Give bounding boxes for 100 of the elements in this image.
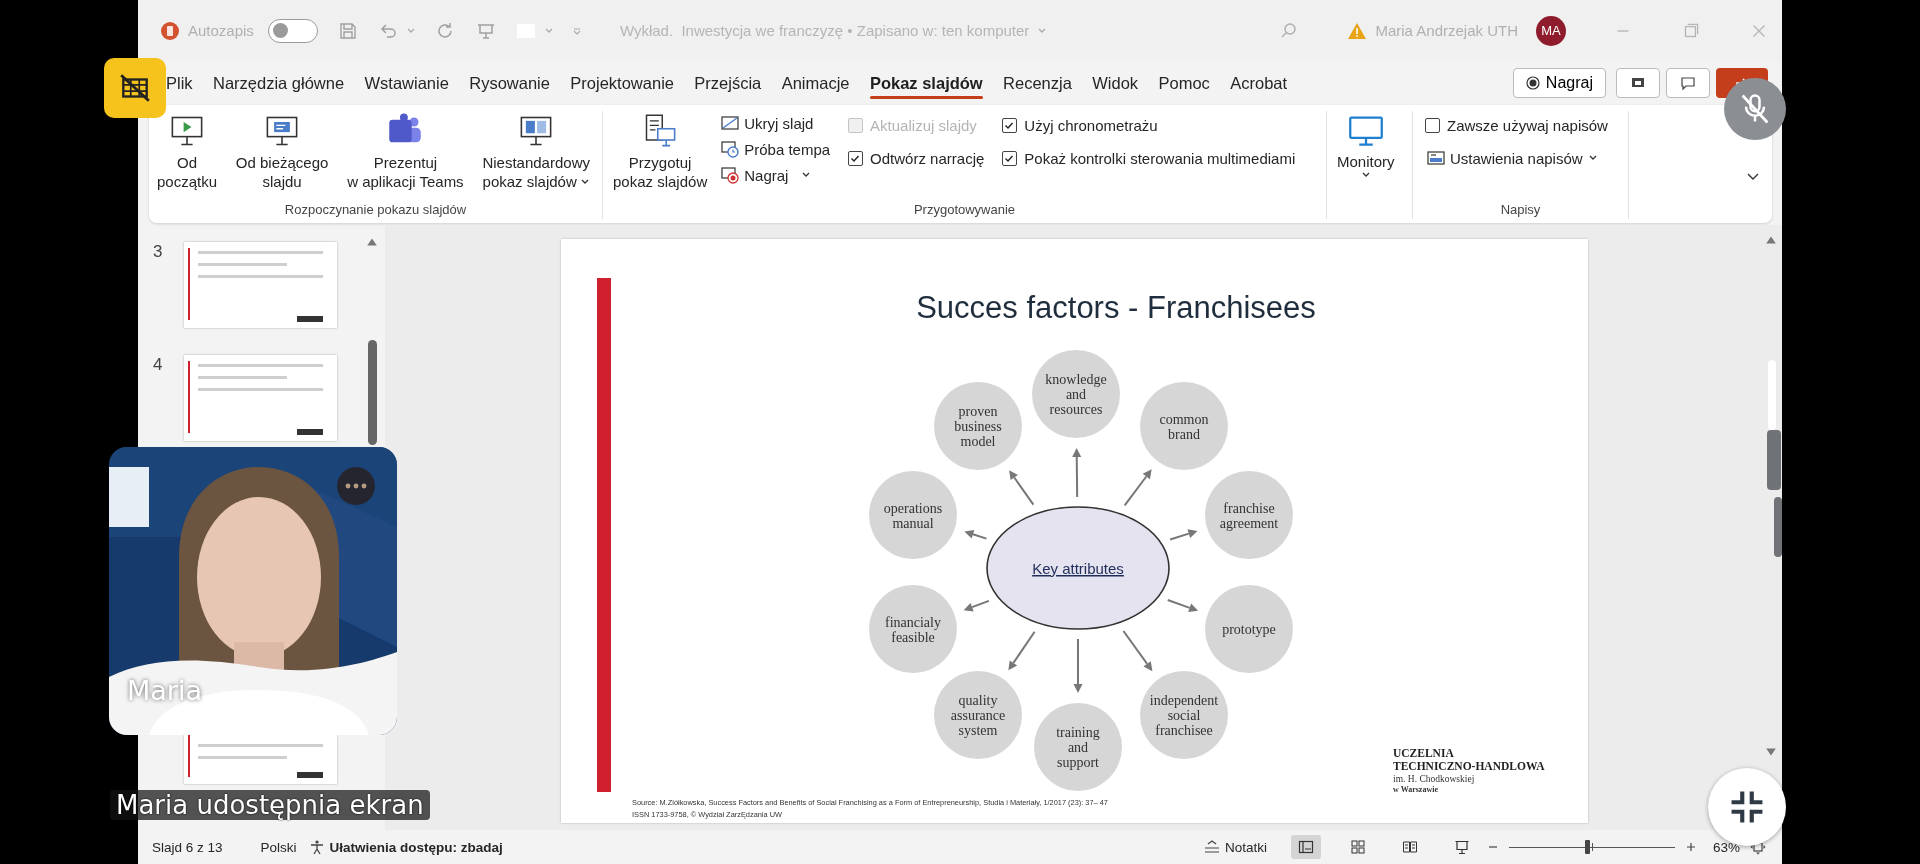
notes-icon xyxy=(1203,839,1220,855)
captions-icon xyxy=(1427,149,1445,167)
scroll-down-icon[interactable] xyxy=(1765,747,1777,757)
ribbon-tab[interactable]: Rysowanie xyxy=(459,63,561,103)
arrow xyxy=(1169,529,1198,541)
slide-number: 3 xyxy=(152,242,164,263)
ribbon-tab[interactable]: Projektowanie xyxy=(560,63,685,103)
ribbon-tab[interactable]: Plik xyxy=(166,63,203,103)
participant-name: Maria xyxy=(127,675,202,706)
group-label: Rozpoczynanie pokazu slajdów xyxy=(283,202,468,219)
arrow xyxy=(1073,638,1083,693)
screen-off-button[interactable] xyxy=(104,58,166,118)
attribute-bubble: operations manual xyxy=(869,471,957,559)
ribbon-tab[interactable]: Widok xyxy=(1082,63,1149,103)
checkbox-option[interactable]: Użyj chronometrażu xyxy=(1002,117,1296,134)
customize-icon[interactable] xyxy=(571,25,582,36)
slide-thumbnail[interactable] xyxy=(184,735,337,784)
ribbon-tab[interactable]: Recenzja xyxy=(992,63,1083,103)
scroll-up-icon[interactable] xyxy=(1765,235,1777,245)
ribbon-tab[interactable]: Wstawianie xyxy=(354,63,460,103)
rehearse-timings-button[interactable]: Próba tempa xyxy=(719,137,833,161)
university-logo-text: w Warszawie xyxy=(1393,785,1438,794)
zoom-slider[interactable] xyxy=(1508,839,1675,855)
slide-title: Succes factors - Franchisees xyxy=(916,290,1316,325)
more-icon xyxy=(344,482,368,490)
group-label: Napisy xyxy=(1499,202,1542,219)
video-tile[interactable]: Maria xyxy=(109,447,397,735)
monitor-icon xyxy=(1347,113,1384,149)
checkbox-option[interactable]: Pokaż kontrolki sterowania multimediami xyxy=(1002,150,1296,167)
slide-thumbnail[interactable] xyxy=(184,242,337,328)
zoom-level[interactable]: 63% xyxy=(1712,839,1740,855)
checkbox-option[interactable]: Odtwórz narrację xyxy=(848,150,985,167)
projector-screen-icon xyxy=(1453,839,1470,855)
university-logo-text: TECHNICZNO-HANDLOWA xyxy=(1393,760,1545,772)
present-button[interactable] xyxy=(1616,68,1660,98)
university-logo-text: im. H. Chodkowskiej xyxy=(1393,774,1475,784)
comments-button[interactable] xyxy=(1666,68,1710,98)
arrow xyxy=(964,530,988,540)
record-button[interactable]: Nagraj xyxy=(719,163,833,187)
language-status[interactable]: Polski xyxy=(260,839,297,855)
present-in-teams-button[interactable]: Prezentuj w aplikacji Teams xyxy=(343,111,468,193)
normal-view-icon xyxy=(1297,839,1314,855)
checkbox-option[interactable]: Zawsze używaj napisów xyxy=(1425,117,1608,134)
autosave-toggle[interactable] xyxy=(267,18,318,43)
scrollbar-thumb[interactable] xyxy=(1768,360,1776,430)
from-current-slide-button[interactable]: Od bieżącego slajdu xyxy=(231,111,333,193)
attribute-bubble: franchise agreement xyxy=(1205,471,1293,559)
book-icon xyxy=(1401,839,1418,855)
timer-icon xyxy=(721,140,740,158)
arrow xyxy=(1008,630,1036,671)
attribute-bubble: knowledge and resources xyxy=(1032,350,1120,438)
attribute-bubble: common brand xyxy=(1140,382,1228,470)
screen-share-caption: Maria udostępnia ekran xyxy=(110,790,430,820)
university-logo-text: UCZELNIA xyxy=(1393,747,1454,759)
ribbon-tab[interactable]: Przejścia xyxy=(684,63,772,103)
caption-settings-button[interactable]: Ustawienia napisów xyxy=(1425,146,1600,170)
window-title: Wykład. Inwestycja we franczyzę • Zapisano w: ten komputer xyxy=(619,22,1030,39)
group-label: Przygotowywanie xyxy=(912,202,1017,219)
ribbon-tab[interactable]: Narzędzia główne xyxy=(202,63,355,103)
slide-counter: Slajd 6 z 13 xyxy=(152,839,223,855)
slide-thumbnail[interactable] xyxy=(184,355,337,441)
hide-slide-button[interactable]: Ukryj slajd xyxy=(719,111,833,135)
record-button[interactable]: Nagraj xyxy=(1512,68,1606,98)
attribute-bubble: quality assurance system xyxy=(934,671,1022,759)
ribbon-tab[interactable]: Pokaz slajdów xyxy=(859,63,993,103)
custom-show-button[interactable]: Niestandardowy pokaz slajdów xyxy=(478,111,594,193)
save-icon[interactable] xyxy=(337,20,358,41)
arrow xyxy=(1122,630,1153,672)
notes-button[interactable]: Notatki xyxy=(1201,837,1269,857)
monitors-button[interactable]: Monitory xyxy=(1333,111,1399,182)
arrow xyxy=(1123,469,1152,507)
arrow xyxy=(1009,470,1035,506)
side-handle[interactable] xyxy=(1774,497,1782,557)
accessibility-icon xyxy=(308,839,325,855)
grid-view-icon xyxy=(1349,839,1366,855)
key-attributes-ellipse: Key attributes xyxy=(986,506,1170,630)
attribute-bubble: financialy feasible xyxy=(869,585,957,673)
from-beginning-button[interactable]: Od początku xyxy=(153,111,222,193)
attribute-bubble: independent social franchisee xyxy=(1140,671,1228,759)
ribbon-tab[interactable]: Pomoc xyxy=(1148,63,1221,103)
accessibility-button[interactable]: Ułatwienia dostępu: zbadaj xyxy=(306,837,505,857)
attribute-bubble: training and support xyxy=(1034,703,1122,791)
ribbon-tab[interactable]: Animacje xyxy=(771,63,860,103)
normal-view-button[interactable] xyxy=(1290,835,1321,859)
scroll-up-icon[interactable] xyxy=(366,237,378,247)
scrollbar-thumb[interactable] xyxy=(368,340,377,445)
user-avatar[interactable]: MA xyxy=(1536,15,1566,46)
arrow xyxy=(1166,599,1199,613)
app-logo-icon xyxy=(160,20,180,41)
ribbon-tab[interactable]: Acrobat xyxy=(1220,63,1298,103)
zoom-in-icon[interactable] xyxy=(1684,841,1697,853)
attribute-bubble: prototype xyxy=(1205,585,1293,673)
attribute-bubble: proven business model xyxy=(934,382,1022,470)
set-up-slide-show-button[interactable]: Przygotuj pokaz slajdów xyxy=(609,111,712,193)
side-handle[interactable] xyxy=(1767,430,1781,490)
record-icon xyxy=(721,166,740,184)
arrow xyxy=(963,599,990,612)
arrow xyxy=(1072,448,1082,498)
user-name: Maria Andrzejak UTH xyxy=(1375,22,1518,39)
hidden-slide-icon xyxy=(721,114,740,132)
